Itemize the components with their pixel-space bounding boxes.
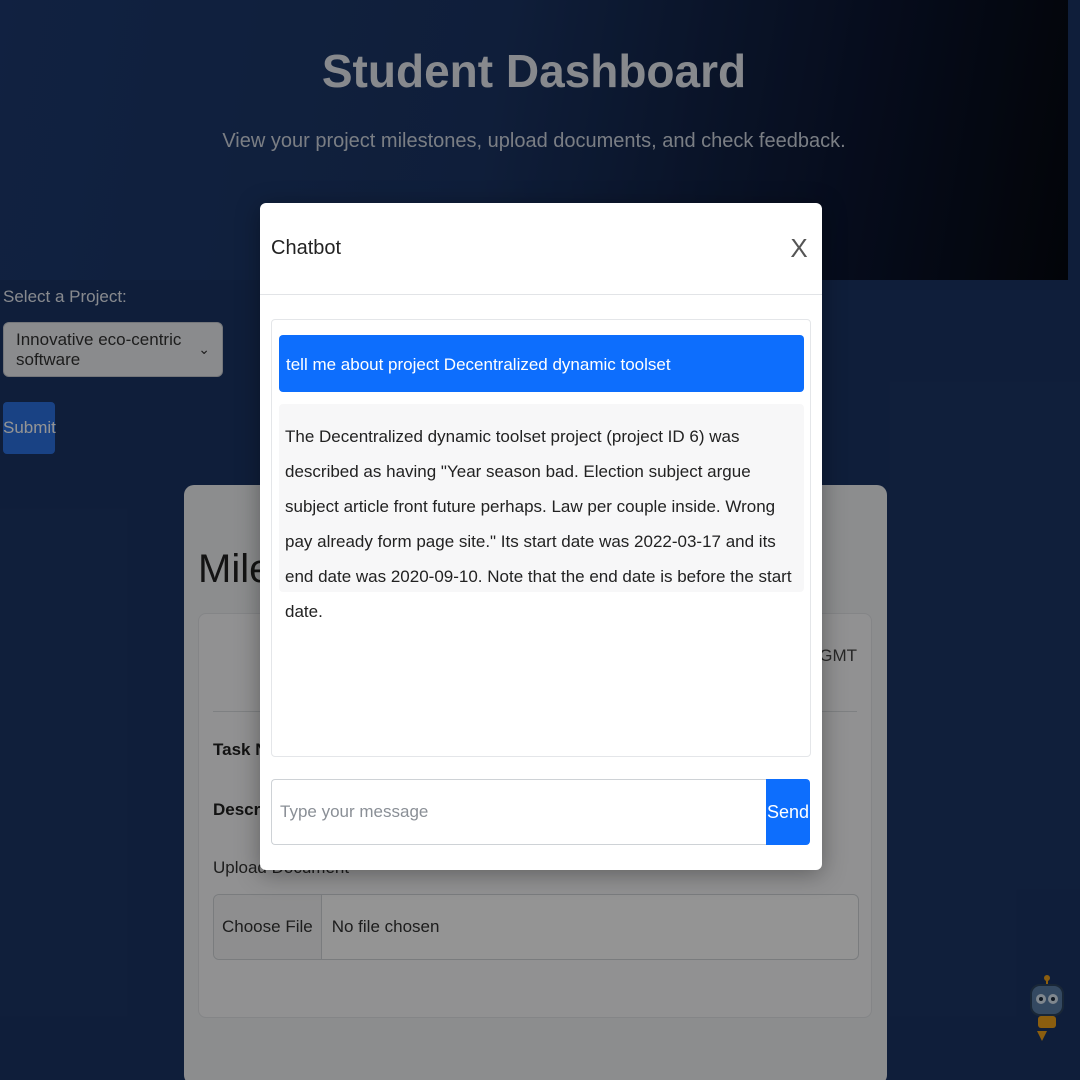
send-button[interactable]: Send [766,779,810,845]
message-input[interactable] [271,779,767,845]
modal-header: Chatbot X [260,203,822,295]
bot-message: The Decentralized dynamic toolset projec… [279,404,804,621]
chatbot-modal: Chatbot X tell me about project Decentra… [260,203,822,870]
close-icon[interactable]: X [786,233,812,263]
chat-messages[interactable]: tell me about project Decentralized dyna… [271,319,811,757]
user-message: tell me about project Decentralized dyna… [279,335,804,392]
modal-title: Chatbot [271,237,342,259]
